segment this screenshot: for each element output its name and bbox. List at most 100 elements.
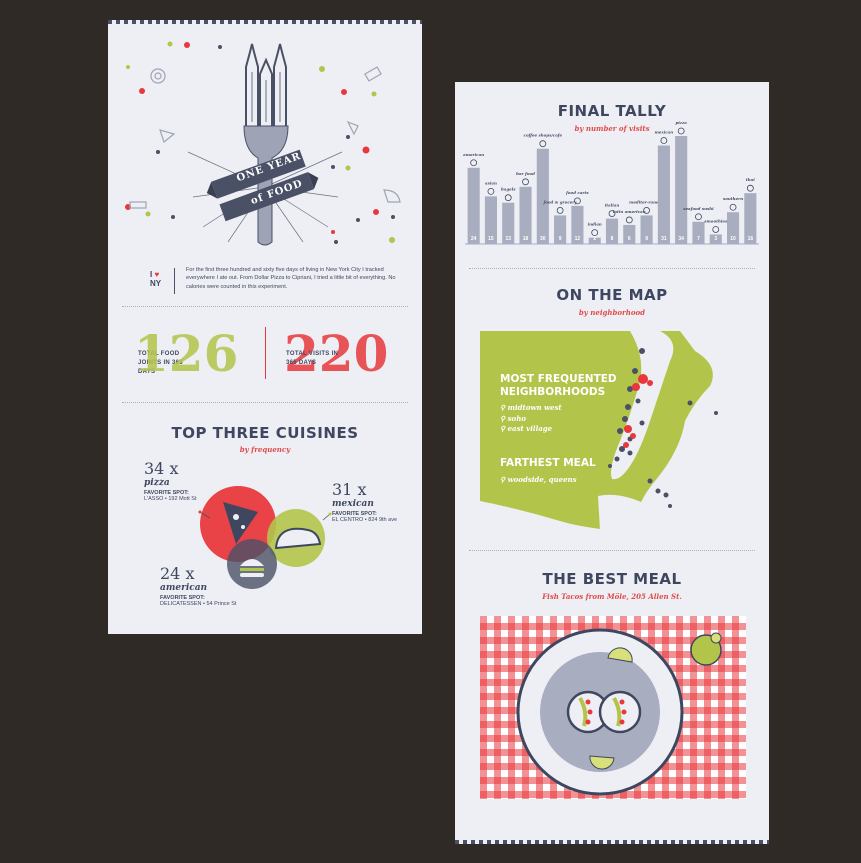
heart-icon: ♥ bbox=[154, 270, 160, 279]
map-subtitle: by neighborhood bbox=[578, 308, 646, 317]
neighborhood-midtown: midtown west bbox=[507, 403, 562, 412]
mexican-count: 31 x bbox=[332, 480, 367, 499]
tally-category-label: indian bbox=[588, 222, 602, 227]
pizza-count: 34 x bbox=[144, 459, 179, 478]
intro-text: For the first three hundred and sixty fi… bbox=[186, 267, 396, 290]
neighborhood-soho: soho bbox=[507, 413, 526, 423]
tally-category-label: mexican bbox=[655, 130, 674, 135]
bottom-edge bbox=[455, 840, 769, 844]
fork-skyline-illustration bbox=[125, 41, 401, 246]
tally-value-label: 13 bbox=[505, 236, 511, 242]
tally-bar bbox=[536, 148, 549, 244]
food-icon bbox=[677, 127, 685, 135]
food-icon bbox=[504, 194, 512, 202]
i-love-ny-logo: I ♥ NY bbox=[150, 270, 170, 288]
separator bbox=[469, 268, 755, 269]
food-icon bbox=[539, 140, 547, 148]
tally-value-label: 12 bbox=[575, 236, 581, 242]
neighborhood-list: ⚲ midtown west ⚲ soho ⚲ east village bbox=[500, 403, 620, 435]
left-panel: ONE YEAR of FOOD I ♥ NY For the first th… bbox=[108, 20, 422, 634]
american-spot: DELICATESSEN • 54 Prince St bbox=[160, 601, 237, 607]
tally-chart: 24 american 15 asian 13 bagels 18 bar food 30 cof… bbox=[463, 120, 759, 245]
ilny-i: I bbox=[150, 270, 153, 279]
tally-value-label: 30 bbox=[540, 236, 546, 242]
tally-category-label: thai bbox=[746, 177, 755, 182]
food-icon bbox=[625, 216, 633, 224]
tally-category-label: bar food bbox=[516, 171, 535, 176]
meal-graphic bbox=[516, 628, 722, 796]
tally-category-label: coffee shops/cafe bbox=[524, 133, 563, 138]
nyc-map: MOST FREQUENTED NEIGHBORHOODS ⚲ midtown … bbox=[480, 331, 746, 530]
tally-category-label: latin american bbox=[613, 209, 646, 214]
pizza-spot: L'ASSO • 192 Mott St bbox=[144, 496, 197, 502]
intro-divider bbox=[174, 268, 175, 294]
tally-category-label: asian bbox=[485, 180, 497, 185]
tally-value-label: 24 bbox=[471, 236, 477, 242]
farthest-place: woodside, queens bbox=[507, 475, 577, 484]
tally-category-label: bagels bbox=[501, 187, 516, 192]
neighborhood-item: ⚲ east village bbox=[500, 424, 620, 435]
map-heading-2: FARTHEST MEAL bbox=[500, 457, 596, 469]
cuisine-pizza: 34 x pizza FAVORITE SPOT: L'ASSO • 192 M… bbox=[144, 459, 224, 502]
right-panel: FINAL TALLY by number of visits 24 americ… bbox=[455, 82, 769, 844]
american-name: american bbox=[160, 583, 208, 593]
separator bbox=[469, 550, 755, 551]
lime-drink-icon bbox=[690, 632, 722, 666]
pin-icon: ⚲ bbox=[500, 413, 506, 423]
tally-category-label: food & grocery bbox=[543, 199, 578, 204]
cuisine-american: 24 x american FAVORITE SPOT: DELICATESSE… bbox=[160, 564, 250, 607]
tally-value-label: 16 bbox=[748, 236, 754, 242]
separator bbox=[122, 402, 408, 403]
pizza-name: pizza bbox=[144, 478, 170, 488]
tally-category-label: italian bbox=[605, 203, 620, 208]
tally-category-label: smoothies bbox=[704, 218, 728, 223]
stat2-label: TOTAL VISITS IN 365 DAYS bbox=[286, 351, 339, 366]
neighborhood-item: ⚲ midtown west bbox=[500, 403, 620, 414]
taco-right bbox=[598, 690, 642, 734]
tally-category-label: southern bbox=[723, 196, 743, 201]
tally-value-label: 31 bbox=[661, 236, 667, 242]
tally-category-label: pizza bbox=[675, 120, 687, 125]
ilny-ny: NY bbox=[150, 279, 162, 288]
separator bbox=[122, 306, 408, 307]
tally-value-label: 10 bbox=[730, 236, 736, 242]
tally-bar bbox=[467, 167, 480, 244]
meal-subtitle: Fish Tacos from Möle, 205 Allen St. bbox=[542, 592, 682, 601]
tally-value-label: 6 bbox=[628, 236, 631, 242]
food-icon bbox=[556, 207, 564, 214]
mexican-name: mexican bbox=[332, 499, 374, 509]
tally-bar bbox=[657, 145, 670, 244]
stat-divider bbox=[265, 327, 266, 379]
cuisine-mexican: 31 x mexican FAVORITE SPOT: EL CENTRO • … bbox=[332, 480, 412, 523]
stat1-value: 126 bbox=[134, 324, 239, 383]
tally-value-label: 8 bbox=[611, 236, 614, 242]
pin-icon: ⚲ bbox=[500, 475, 506, 484]
tally-value-label: 15 bbox=[488, 236, 494, 242]
tally-value-label: 9 bbox=[645, 236, 648, 242]
map-heading-1: MOST FREQUENTED NEIGHBORHOODS bbox=[500, 373, 617, 398]
food-icon bbox=[470, 159, 478, 167]
food-icon bbox=[660, 137, 668, 144]
food-icon bbox=[712, 226, 720, 233]
neighborhood-item: ⚲ soho bbox=[500, 414, 620, 425]
tally-value-label: 9 bbox=[559, 236, 562, 242]
tally-value-label: 3 bbox=[714, 236, 717, 242]
food-icon bbox=[487, 187, 495, 195]
food-icon bbox=[746, 184, 754, 192]
meal-title: THE BEST MEAL bbox=[542, 570, 682, 588]
tally-category-label: american bbox=[463, 152, 484, 157]
neighborhood-east-village: east village bbox=[507, 424, 553, 433]
tally-value-label: 2 bbox=[593, 236, 596, 242]
cuisines-title: TOP THREE CUISINES bbox=[171, 424, 359, 442]
tally-value-label: 34 bbox=[678, 236, 684, 242]
tally-category-label: food carts bbox=[565, 190, 589, 195]
american-count: 24 x bbox=[160, 564, 195, 583]
tally-category-label: seafood sushi bbox=[683, 206, 714, 211]
farthest-item: ⚲ woodside, queens bbox=[500, 475, 577, 484]
tally-bar bbox=[675, 136, 688, 244]
pin-icon: ⚲ bbox=[500, 403, 506, 412]
mexican-spot: EL CENTRO • 824 9th ave bbox=[332, 517, 398, 523]
tally-value-label: 18 bbox=[523, 236, 529, 242]
pin-icon: ⚲ bbox=[500, 424, 506, 433]
map-title: ON THE MAP bbox=[556, 286, 668, 304]
